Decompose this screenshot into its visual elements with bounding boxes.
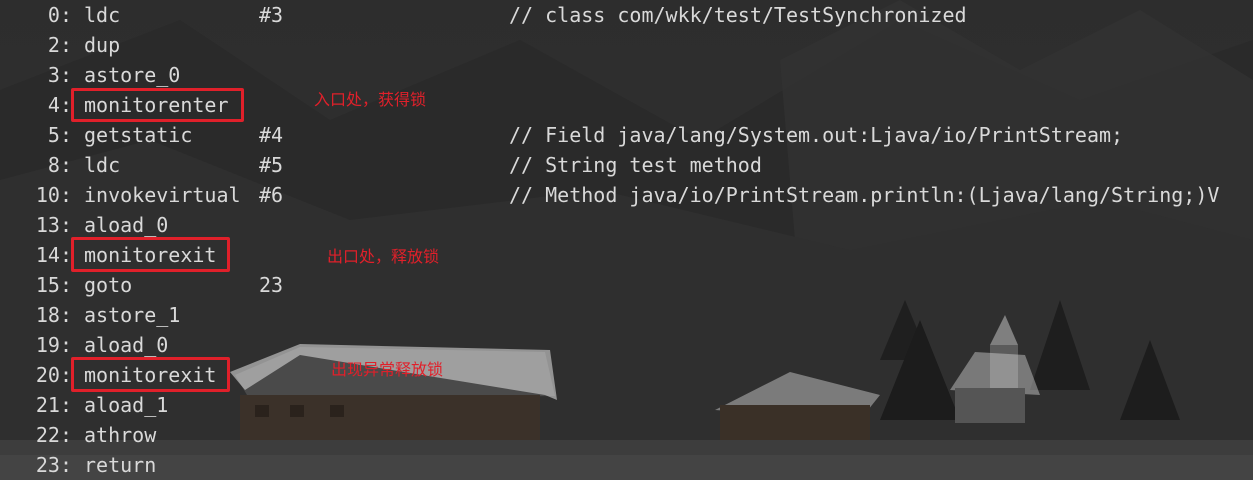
highlight-box-monitorexit-normal — [71, 237, 230, 272]
opcode: getstatic — [84, 123, 193, 147]
line-offset: 3: — [47, 63, 72, 87]
bytecode-line: 18: astore_1 — [0, 300, 1253, 330]
line-offset: 0: — [47, 3, 72, 27]
opcode: return — [84, 453, 157, 477]
line-offset: 14: — [35, 243, 72, 267]
line-offset: 21: — [35, 393, 72, 417]
line-offset: 19: — [35, 333, 72, 357]
bytecode-line: 0: ldc #3 // class com/wkk/test/TestSynchro… — [0, 0, 1253, 30]
annotation-exit: 出口处，释放锁 — [327, 247, 440, 266]
operand: #4 — [259, 123, 284, 147]
opcode: ldc — [84, 3, 121, 27]
opcode: aload_1 — [84, 393, 169, 417]
annotation-entry: 入口处，获得锁 — [314, 90, 427, 109]
opcode: astore_1 — [84, 303, 181, 327]
opcode: athrow — [84, 423, 157, 447]
operand: #6 — [259, 183, 284, 207]
opcode: invokevirtual — [84, 183, 241, 207]
bytecode-line: 8: ldc #5 // String test method — [0, 150, 1253, 180]
operand: #5 — [259, 153, 284, 177]
line-offset: 8: — [47, 153, 72, 177]
line-offset: 4: — [47, 93, 72, 117]
bytecode-line: 23: return — [0, 450, 1253, 480]
bytecode-line: 2: dup — [0, 30, 1253, 60]
comment: // String test method — [509, 153, 762, 177]
opcode: aload_0 — [84, 213, 169, 237]
highlight-box-monitorexit-exception — [71, 357, 230, 392]
opcode: dup — [84, 33, 121, 57]
bytecode-line: 19: aload_0 — [0, 330, 1253, 360]
line-offset: 13: — [35, 213, 72, 237]
line-offset: 18: — [35, 303, 72, 327]
comment: // Field java/lang/System.out:Ljava/io/P… — [509, 123, 1124, 147]
line-offset: 20: — [35, 363, 72, 387]
opcode: ldc — [84, 153, 121, 177]
opcode: aload_0 — [84, 333, 169, 357]
bytecode-line: 13: aload_0 — [0, 210, 1253, 240]
bytecode-line: 5: getstatic #4 // Field java/lang/System.o… — [0, 120, 1253, 150]
highlight-box-monitorenter — [71, 88, 244, 122]
operand: 23 — [259, 273, 284, 297]
line-offset: 23: — [35, 453, 72, 477]
comment: // Method java/io/PrintStream.println:(L… — [509, 183, 1220, 207]
line-offset: 15: — [35, 273, 72, 297]
bytecode-line: 21: aload_1 — [0, 390, 1253, 420]
line-offset: 5: — [47, 123, 72, 147]
bytecode-line: 10: invokevirtual #6 // Method java/io/Prin… — [0, 180, 1253, 210]
line-offset: 2: — [47, 33, 72, 57]
comment: // class com/wkk/test/TestSynchronized — [509, 3, 967, 27]
operand: #3 — [259, 3, 284, 27]
bytecode-line: 3: astore_0 — [0, 60, 1253, 90]
bytecode-line: 15: goto 23 — [0, 270, 1253, 300]
bytecode-line: 22: athrow — [0, 420, 1253, 450]
annotation-exception-exit: 出现异常释放锁 — [331, 360, 444, 379]
line-offset: 10: — [35, 183, 72, 207]
opcode: astore_0 — [84, 63, 181, 87]
line-offset: 22: — [35, 423, 72, 447]
opcode: goto — [84, 273, 133, 297]
